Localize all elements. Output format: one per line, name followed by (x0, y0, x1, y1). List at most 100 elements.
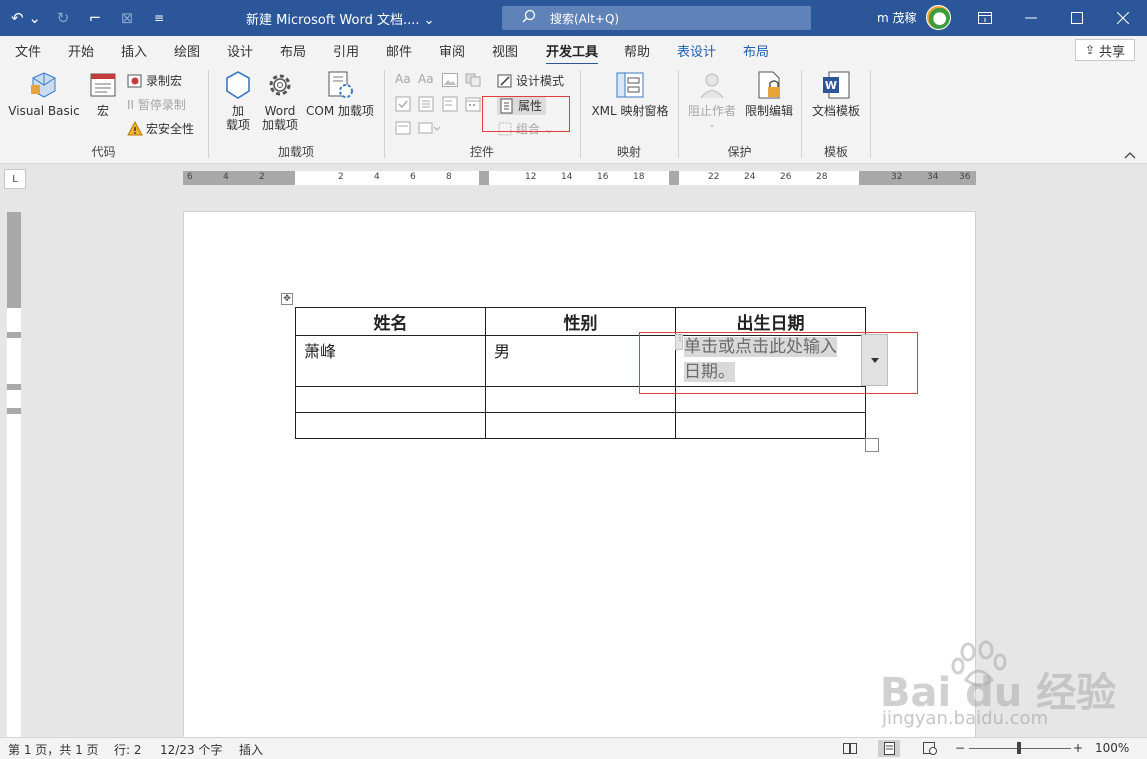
table-header-cell[interactable]: 出生日期 (675, 307, 866, 336)
ruler-row-marker[interactable] (7, 408, 21, 414)
horizontal-ruler[interactable]: 6 4 2 2 4 6 8 12 14 16 18 22 24 26 28 32… (183, 171, 976, 185)
combobox-control-icon[interactable] (418, 96, 434, 112)
read-mode-icon[interactable] (839, 740, 861, 757)
undo-icon[interactable]: ↶ ⌄ (8, 6, 44, 30)
dropdown-control-icon[interactable] (442, 96, 458, 112)
customize-qat-icon[interactable]: ≡ (146, 6, 172, 30)
tab-design[interactable]: 设计 (227, 41, 253, 60)
tab-table-design[interactable]: 表设计 (677, 41, 716, 60)
plain-text-control-button[interactable]: Aa (418, 72, 434, 86)
table-cell[interactable] (675, 412, 866, 439)
document-template-button[interactable]: W 文档模板 (808, 69, 864, 118)
tab-review[interactable]: 审阅 (439, 41, 465, 60)
tab-mailings[interactable]: 邮件 (386, 41, 412, 60)
picture-control-icon[interactable] (442, 73, 458, 87)
vertical-ruler[interactable] (7, 212, 21, 742)
table-cell[interactable]: 男 (485, 335, 676, 387)
ruler-row-marker[interactable] (7, 384, 21, 390)
share-button[interactable]: ⇪ 共享 (1075, 39, 1135, 61)
design-mode-button[interactable]: 设计模式 (497, 72, 564, 89)
block-authors-button[interactable]: 阻止作者 ⌄ (685, 69, 739, 132)
tab-references[interactable]: 引用 (333, 41, 359, 60)
building-block-icon[interactable] (465, 73, 481, 87)
ruler-column-marker[interactable] (479, 171, 489, 185)
xml-mapping-pane-button[interactable]: XML 映射窗格 (589, 69, 671, 118)
addins-label-line1: 加 (231, 104, 244, 118)
table-cell[interactable] (485, 412, 676, 439)
date-placeholder-text[interactable]: 单击或点击此处输入 日期。 (684, 335, 862, 385)
ruler-column-marker[interactable] (669, 171, 679, 185)
table-cell[interactable] (485, 386, 676, 413)
tab-selector[interactable]: L (4, 169, 26, 189)
table-cell[interactable] (295, 386, 486, 413)
print-layout-icon[interactable] (878, 740, 900, 757)
date-picker-content-control[interactable]: ⋮ 单击或点击此处输入 日期。 (675, 334, 888, 386)
maximize-icon[interactable] (1054, 0, 1100, 36)
web-layout-icon[interactable] (919, 740, 941, 757)
tab-insert[interactable]: 插入 (121, 41, 147, 60)
properties-icon (500, 98, 513, 113)
redo-icon[interactable]: ↻ (50, 6, 76, 30)
tab-file[interactable]: 文件 (15, 41, 41, 60)
word-addins-label-line2: 加载项 (261, 118, 298, 132)
zoom-slider-thumb[interactable] (1017, 742, 1021, 754)
zoom-out-icon[interactable]: − (955, 741, 965, 755)
collapse-ribbon-icon[interactable] (1124, 148, 1136, 162)
touch-mode-icon[interactable]: ⌐ (82, 6, 108, 30)
word-addins-button[interactable]: Word 加载项 (259, 69, 301, 132)
group-button[interactable]: 组合 ⌄ (497, 120, 554, 137)
ruler-margin-left (183, 171, 295, 185)
group-addins-label: 加载项 (277, 145, 314, 159)
ruler-number: 28 (816, 172, 828, 182)
page-count[interactable]: 第 1 页，共 1 页 (8, 741, 99, 758)
table-cell[interactable] (675, 386, 866, 413)
document-title[interactable]: 新建 Microsoft Word 文档.... ⌄ (246, 9, 435, 28)
svg-text:W: W (825, 79, 837, 92)
form-icon[interactable]: ⊠ (114, 6, 140, 30)
table-header-cell[interactable]: 姓名 (295, 307, 486, 336)
date-dropdown-button[interactable] (861, 334, 888, 386)
addins-button[interactable]: 加 载项 (221, 69, 255, 132)
tab-layout[interactable]: 布局 (280, 41, 306, 60)
visual-basic-button[interactable]: Visual Basic (8, 69, 80, 118)
checkbox-control-icon[interactable] (395, 96, 411, 112)
content-control-handle-icon[interactable]: ⋮ (675, 334, 684, 350)
restrict-editing-button[interactable]: 限制编辑 (741, 69, 797, 118)
search-box[interactable]: 搜索(Alt+Q) (502, 6, 811, 30)
pause-recording-button[interactable]: II 暂停录制 (127, 96, 186, 113)
user-name[interactable]: m 茂稼 (877, 9, 917, 26)
ruler-row-marker[interactable] (7, 332, 21, 338)
tab-home[interactable]: 开始 (68, 41, 94, 60)
date-picker-control-icon[interactable] (465, 96, 481, 112)
line-number[interactable]: 行: 2 (114, 741, 142, 758)
zoom-in-icon[interactable]: + (1073, 741, 1083, 755)
macro-security-button[interactable]: 宏安全性 (127, 120, 194, 137)
properties-button[interactable]: 属性 (497, 96, 547, 115)
word-count[interactable]: 12/23 个字 (160, 741, 222, 758)
table-header-cell[interactable]: 性别 (485, 307, 676, 336)
table-resize-handle[interactable] (865, 438, 879, 452)
pause-recording-label: II 暂停录制 (127, 98, 186, 112)
tab-developer[interactable]: 开发工具 (546, 41, 599, 66)
tab-draw[interactable]: 绘图 (174, 41, 200, 60)
repeating-section-icon[interactable] (395, 120, 411, 136)
table-cell[interactable] (295, 412, 486, 439)
block-authors-chevron-icon: ⌄ (708, 120, 716, 130)
table-cell[interactable]: 萧峰 (295, 335, 486, 387)
avatar[interactable] (926, 5, 951, 30)
macros-button[interactable]: 宏 (86, 69, 120, 118)
tab-help[interactable]: 帮助 (624, 41, 650, 60)
tab-table-layout[interactable]: 布局 (743, 41, 769, 60)
ribbon-display-icon[interactable] (962, 0, 1008, 36)
close-icon[interactable] (1100, 0, 1146, 36)
com-addins-button[interactable]: COM 加载项 (303, 69, 377, 118)
document-page[interactable]: ✥ 姓名 性别 出生日期 萧峰 男 ⋮ 单击或点击此处输入 日期。 (183, 211, 976, 741)
legacy-tools-icon[interactable] (418, 120, 440, 136)
insert-mode[interactable]: 插入 (239, 741, 263, 758)
record-macro-button[interactable]: 录制宏 (127, 72, 182, 89)
tab-view[interactable]: 视图 (492, 41, 518, 60)
table-move-handle-icon[interactable]: ✥ (281, 293, 293, 305)
zoom-level[interactable]: 100% (1095, 741, 1129, 755)
rich-text-control-button[interactable]: Aa (395, 72, 411, 86)
minimize-icon[interactable] (1008, 0, 1054, 36)
